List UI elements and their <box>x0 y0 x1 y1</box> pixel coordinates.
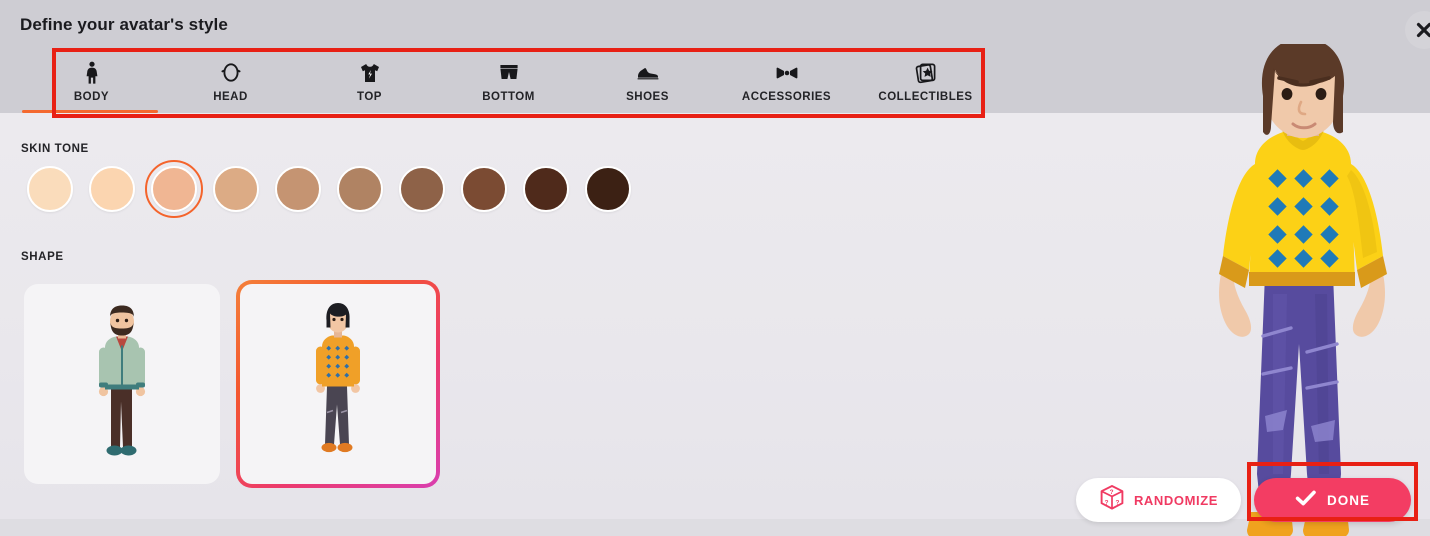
skin-swatch-cell[interactable] <box>585 166 631 212</box>
skin-swatch-8[interactable] <box>461 166 507 212</box>
skin-swatch-cell[interactable] <box>523 166 569 212</box>
shorts-icon <box>497 61 521 85</box>
dice-question-icon: ? ? ? <box>1099 484 1125 516</box>
avatar-customizer-screen: Define your avatar's style BODY HEAD TOP… <box>0 0 1430 536</box>
tab-body[interactable]: BODY <box>22 50 161 112</box>
skin-swatch-cell[interactable] <box>213 166 259 212</box>
bowtie-icon <box>774 61 800 85</box>
tab-label: ACCESSORIES <box>741 91 832 103</box>
skin-swatch-3[interactable] <box>151 166 197 212</box>
skin-swatch-cell-selected[interactable] <box>145 160 203 218</box>
sneaker-icon <box>635 61 661 85</box>
tab-strip: BODY HEAD TOP BOTTOM SHOES ACCESSORIES C… <box>22 50 1022 112</box>
star-cards-icon <box>914 61 938 85</box>
tab-head[interactable]: HEAD <box>161 50 300 112</box>
skin-swatch-9[interactable] <box>523 166 569 212</box>
randomize-label: RANDOMIZE <box>1133 492 1219 508</box>
done-button[interactable]: DONE <box>1254 478 1411 522</box>
skin-swatch-6[interactable] <box>337 166 383 212</box>
randomize-button[interactable]: ? ? ? RANDOMIZE <box>1076 478 1241 522</box>
tab-label: TOP <box>357 91 382 103</box>
card-inner <box>24 284 220 484</box>
tab-label: BOTTOM <box>482 91 535 103</box>
check-icon <box>1295 489 1317 512</box>
skin-swatch-cell[interactable] <box>275 166 321 212</box>
tab-label: BODY <box>73 91 110 103</box>
svg-text:?: ? <box>1105 499 1109 506</box>
person-icon <box>82 61 102 85</box>
skin-swatch-cell[interactable] <box>89 166 135 212</box>
tab-label: SHOES <box>626 91 669 103</box>
tab-collectibles[interactable]: COLLECTIBLES <box>856 50 995 112</box>
skin-swatch-5[interactable] <box>275 166 321 212</box>
skin-tone-label: SKIN TONE <box>21 143 89 155</box>
masculine-avatar-thumbnail <box>81 302 163 467</box>
svg-text:?: ? <box>1110 489 1114 496</box>
shape-card-row <box>24 280 440 488</box>
close-icon <box>1415 21 1430 39</box>
close-button[interactable] <box>1405 11 1430 49</box>
shape-card-feminine-selected[interactable] <box>236 280 440 488</box>
tab-shoes[interactable]: SHOES <box>578 50 717 112</box>
tab-label: HEAD <box>213 91 248 103</box>
tshirt-icon <box>358 61 382 85</box>
skin-swatch-cell[interactable] <box>27 166 73 212</box>
skin-swatch-2[interactable] <box>89 166 135 212</box>
tab-accessories[interactable]: ACCESSORIES <box>717 50 856 112</box>
skin-swatch-4[interactable] <box>213 166 259 212</box>
skin-swatch-7[interactable] <box>399 166 445 212</box>
skin-swatch-cell[interactable] <box>461 166 507 212</box>
feminine-avatar-thumbnail <box>298 301 378 468</box>
tab-bottom[interactable]: BOTTOM <box>439 50 578 112</box>
shape-label: SHAPE <box>21 251 64 263</box>
tab-top[interactable]: TOP <box>300 50 439 112</box>
skin-swatch-cell[interactable] <box>337 166 383 212</box>
shape-card-masculine[interactable] <box>24 284 220 484</box>
done-label: DONE <box>1326 492 1370 508</box>
skin-swatch-10[interactable] <box>585 166 631 212</box>
tab-label: COLLECTIBLES <box>878 91 973 103</box>
page-title: Define your avatar's style <box>20 15 228 34</box>
skin-tone-swatch-row <box>27 160 631 218</box>
svg-text:?: ? <box>1115 499 1119 506</box>
head-outline-icon <box>220 61 242 85</box>
skin-swatch-cell[interactable] <box>399 166 445 212</box>
skin-swatch-1[interactable] <box>27 166 73 212</box>
card-inner <box>240 284 436 484</box>
header-band: Define your avatar's style BODY HEAD TOP… <box>0 0 1430 113</box>
